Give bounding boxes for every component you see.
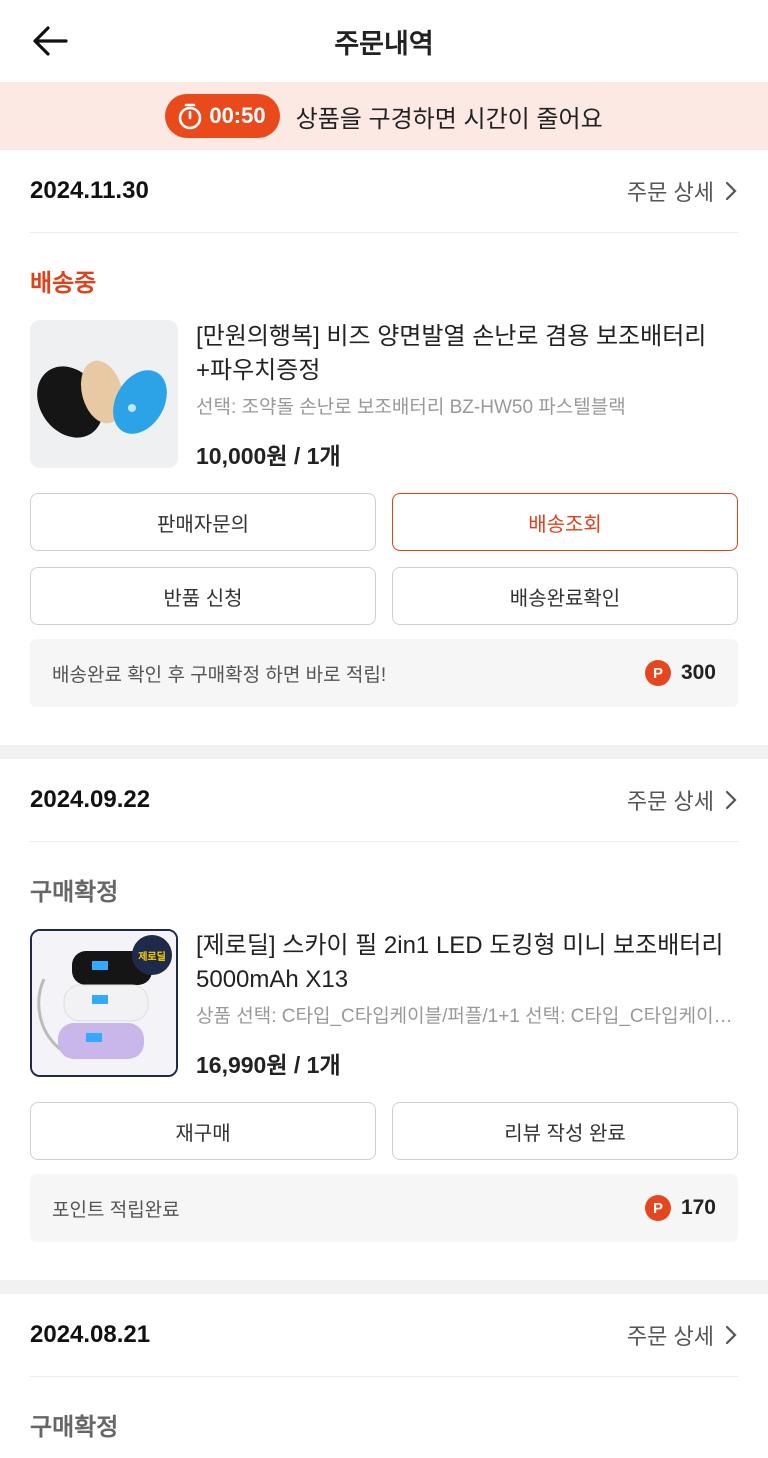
order-date: 2024.11.30 bbox=[30, 177, 149, 204]
return-request-button[interactable]: 반품 신청 bbox=[30, 567, 376, 625]
timer-pill: 00:50 bbox=[165, 94, 280, 138]
point-info: 포인트 적립완료 P 170 bbox=[30, 1174, 738, 1242]
product-name: [제로딜] 스카이 필 2in1 LED 도킹형 미니 보조배터리 5000mA… bbox=[196, 932, 724, 993]
order-detail-label: 주문 상세 bbox=[626, 1324, 714, 1349]
order-detail-link[interactable]: 주문 상세 bbox=[627, 784, 738, 816]
chevron-right-icon bbox=[725, 790, 737, 810]
timer-value: 00:50 bbox=[209, 103, 266, 128]
order-header: 2024.11.30 주문 상세 bbox=[30, 150, 738, 233]
order-date: 2024.08.21 bbox=[30, 1321, 151, 1348]
product-thumbnail[interactable] bbox=[30, 320, 178, 468]
order-status: 구매확정 bbox=[30, 1414, 119, 1441]
section-divider bbox=[0, 745, 768, 759]
product-option: 선택: 조약돌 손난로 보조배터리 BZ-HW50 파스텔블랙 bbox=[196, 397, 626, 418]
product-price: 10,000원 / 1개 bbox=[196, 443, 341, 469]
product-thumbnail[interactable]: 제로딜 bbox=[30, 929, 178, 1077]
point-icon: P bbox=[644, 660, 671, 686]
order-card: 2024.08.21 주문 상세 구매확정 bbox=[0, 1294, 768, 1442]
zero-deal-badge: 제로딜 bbox=[132, 935, 172, 975]
order-detail-label: 주문 상세 bbox=[626, 789, 714, 814]
product-item[interactable]: 제로딜 [제로딜] 스카이 필 2in1 LED 도킹형 미니 보조배터리 50… bbox=[30, 929, 738, 1080]
order-card: 2024.09.22 주문 상세 구매확정 제로딜 [제로딜] 스카이 필 2i… bbox=[0, 759, 768, 1280]
banner-text: 상품을 구경하면 시간이 줄어요 bbox=[295, 105, 603, 133]
repurchase-button[interactable]: 재구매 bbox=[30, 1102, 376, 1160]
stopwatch-icon bbox=[179, 103, 202, 130]
confirm-delivery-button[interactable]: 배송완료확인 bbox=[392, 567, 738, 625]
top-bar: 주문내역 bbox=[0, 0, 768, 82]
page-title: 주문내역 bbox=[334, 29, 434, 59]
point-info: 배송완료 확인 후 구매확정 하면 바로 적립! P 300 bbox=[30, 639, 738, 707]
review-done-button[interactable]: 리뷰 작성 완료 bbox=[392, 1102, 738, 1160]
product-price: 16,990원 / 1개 bbox=[196, 1052, 341, 1078]
point-text: 배송완료 확인 후 구매확정 하면 바로 적립! bbox=[52, 664, 387, 686]
section-divider bbox=[0, 1280, 768, 1294]
order-date: 2024.09.22 bbox=[30, 786, 151, 813]
chevron-right-icon bbox=[725, 181, 737, 201]
order-header: 2024.08.21 주문 상세 bbox=[30, 1294, 738, 1377]
order-card: 2024.11.30 주문 상세 배송중 [만원의행복] 비즈 양면발열 손난로… bbox=[0, 150, 768, 745]
seller-inquiry-button[interactable]: 판매자문의 bbox=[30, 493, 376, 551]
order-status: 배송중 bbox=[30, 270, 97, 297]
chevron-right-icon bbox=[725, 1325, 737, 1345]
order-detail-link[interactable]: 주문 상세 bbox=[627, 175, 738, 207]
point-icon: P bbox=[644, 1195, 671, 1221]
order-detail-link[interactable]: 주문 상세 bbox=[627, 1319, 738, 1351]
product-name: [만원의행복] 비즈 양면발열 손난로 겸용 보조배터리 +파우치증정 bbox=[196, 323, 707, 384]
order-status: 구매확정 bbox=[30, 879, 119, 906]
product-item[interactable]: [만원의행복] 비즈 양면발열 손난로 겸용 보조배터리 +파우치증정 선택: … bbox=[30, 320, 738, 471]
track-delivery-button[interactable]: 배송조회 bbox=[392, 493, 738, 551]
point-text: 포인트 적립완료 bbox=[52, 1199, 180, 1221]
product-option: 상품 선택: C타입_C타입케이블/퍼플/1+1 선택: C타입_C타입케이블/… bbox=[196, 1006, 738, 1027]
point-value: 300 bbox=[680, 661, 716, 684]
order-detail-label: 주문 상세 bbox=[626, 180, 714, 205]
timer-banner: 00:50 상품을 구경하면 시간이 줄어요 bbox=[0, 82, 768, 150]
point-value: 170 bbox=[680, 1196, 716, 1219]
order-header: 2024.09.22 주문 상세 bbox=[30, 759, 738, 842]
